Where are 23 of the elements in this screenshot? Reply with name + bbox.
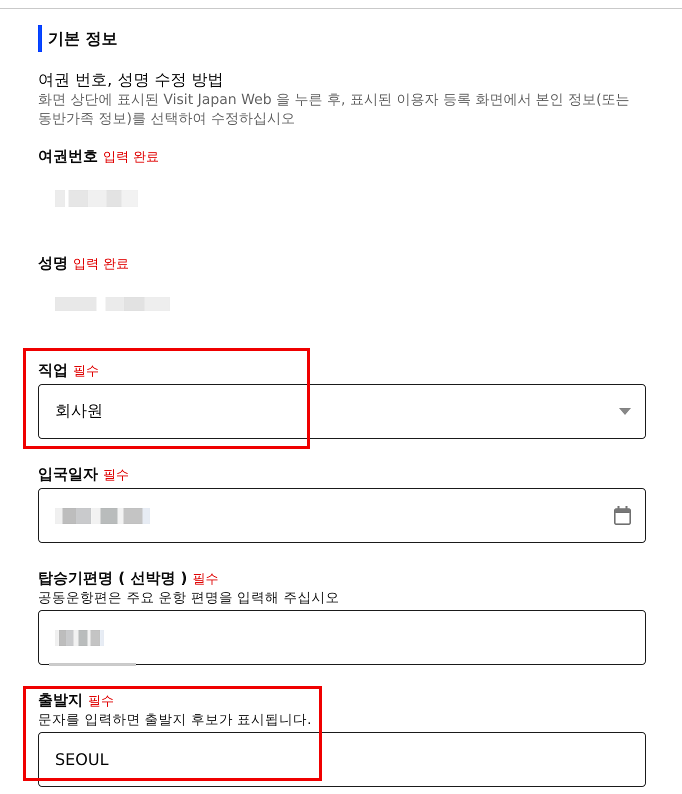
field-label: 탑승기편명 ( 선박명 )	[38, 568, 188, 589]
field-status: 입력 완료	[103, 149, 160, 167]
text-field[interactable]	[38, 610, 646, 665]
field-status: 입력 완료	[73, 256, 130, 274]
field-status: 필수	[73, 363, 99, 381]
field-hint: 문자를 입력하면 출발지 후보가 표시됩니다.	[38, 711, 312, 729]
field-label: 직업	[38, 360, 68, 381]
text-field[interactable]: SEOUL	[38, 732, 646, 787]
caret-icon	[619, 408, 631, 415]
calendar-icon	[614, 506, 631, 525]
field-label: 입국일자	[38, 464, 98, 485]
field-hint: 공동운항편은 주요 운항 편명을 입력해 주십시오	[38, 589, 340, 607]
field-label: 여권번호	[38, 146, 98, 167]
field-status: 필수	[192, 571, 218, 589]
field-status: 필수	[103, 467, 129, 485]
help-title: 여권 번호, 성명 수정 방법	[38, 69, 224, 91]
field-label: 출발지	[38, 690, 83, 711]
field-label: 성명	[38, 253, 68, 274]
section-title: 기본 정보	[38, 25, 118, 52]
date-field[interactable]	[38, 488, 646, 543]
help-text: 화면 상단에 표시된 Visit Japan Web 을 누른 후, 표시된 이용자 등록 화면에서 본인 정보(또는 동반가족 정보)를 선택하여 수정하십시오	[38, 91, 631, 129]
field-status: 필수	[88, 693, 114, 711]
select-field[interactable]: 회사원	[38, 384, 646, 439]
